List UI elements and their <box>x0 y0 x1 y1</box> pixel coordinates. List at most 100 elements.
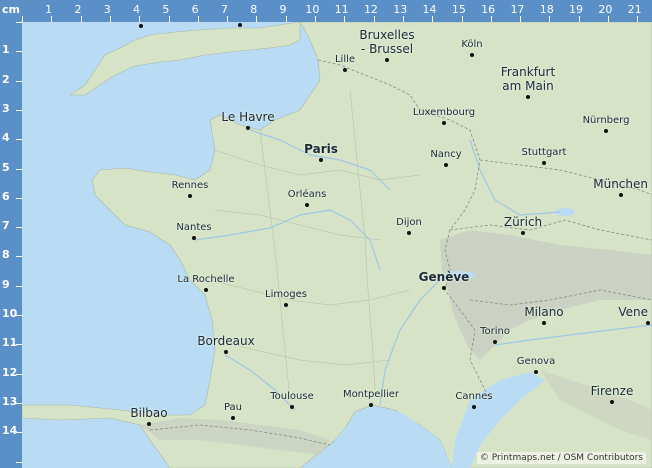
city-marker-geneve[interactable] <box>442 286 446 290</box>
city-marker-bordeaux[interactable] <box>224 350 228 354</box>
left-ruler-mark <box>16 139 22 141</box>
top-ruler-mark <box>490 16 492 22</box>
city-marker-lehavre[interactable] <box>246 126 250 130</box>
city-marker-rennes[interactable] <box>188 194 192 198</box>
city-label-nurnberg: Nürnberg <box>582 115 630 126</box>
left-ruler-tick-label: 5 <box>2 160 10 174</box>
top-ruler-tick-label: 20 <box>598 3 613 16</box>
city-label-paris: Paris <box>304 142 338 156</box>
city-label-bruxelles: Bruxelles - Brussel <box>359 28 415 56</box>
city-marker-nurnberg[interactable] <box>604 129 608 133</box>
top-ruler-tick-label: 21 <box>627 3 642 16</box>
city-label-bilbao: Bilbao <box>130 406 168 420</box>
left-ruler-tick-label: 11 <box>2 336 18 350</box>
city-label-torino: Torino <box>480 326 510 337</box>
top-ruler-tick-label: 2 <box>74 3 82 16</box>
left-ruler-tick-label: 9 <box>2 277 10 291</box>
left-ruler-tick-label: 4 <box>2 131 10 145</box>
top-ruler-tick-label: 3 <box>103 3 111 16</box>
top-ruler-tick-label: 12 <box>363 3 378 16</box>
left-ruler-mark <box>16 197 22 199</box>
top-ruler-mark <box>637 16 639 22</box>
city-marker-koln[interactable] <box>470 53 474 57</box>
city-marker-venezia[interactable] <box>646 321 650 325</box>
city-label-munchen: München <box>593 177 648 191</box>
city-marker-frankfurt[interactable] <box>526 95 530 99</box>
left-ruler-mark <box>16 432 22 434</box>
top-ruler-tick-label: 1 <box>45 3 53 16</box>
city-marker-zurich[interactable] <box>521 231 525 235</box>
city-label-milano: Milano <box>524 305 564 319</box>
top-ruler-mark <box>549 16 551 22</box>
top-ruler-mark <box>80 16 82 22</box>
left-ruler: 1 2 3 4 5 6 7 8 9 10 11 12 13 14 <box>0 0 22 468</box>
city-label-venezia: Vene <box>618 305 648 319</box>
top-ruler-mark <box>285 16 287 22</box>
top-ruler-tick-label: 15 <box>451 3 466 16</box>
city-marker-larochelle[interactable] <box>204 288 208 292</box>
left-ruler-mark <box>16 402 22 404</box>
left-ruler-tick-label: 12 <box>2 365 18 379</box>
city-marker-montpellier[interactable] <box>369 403 373 407</box>
city-label-frankfurt: Frankfurt am Main <box>500 65 556 93</box>
city-marker-genova[interactable] <box>534 370 538 374</box>
city-marker-london[interactable] <box>238 23 242 27</box>
left-ruler-mark <box>16 344 22 346</box>
top-ruler-tick-label: 4 <box>133 3 141 16</box>
top-ruler-mark <box>461 16 463 22</box>
city-marker-milano[interactable] <box>542 321 546 325</box>
top-ruler-tick-label: 9 <box>279 3 287 16</box>
city-marker-luxembourg[interactable] <box>442 121 446 125</box>
attribution: © Printmaps.net / OSM Contributors <box>476 452 646 464</box>
top-ruler-mark <box>373 16 375 22</box>
left-ruler-tick-label: 10 <box>2 307 18 320</box>
top-ruler-mark <box>344 16 346 22</box>
left-ruler-mark <box>16 461 22 463</box>
city-marker-orleans[interactable] <box>305 203 309 207</box>
city-marker-toulouse[interactable] <box>290 405 294 409</box>
city-marker-cannes[interactable] <box>472 405 476 409</box>
left-ruler-mark <box>16 109 22 111</box>
top-ruler-mark <box>139 16 141 22</box>
left-ruler-mark <box>16 51 22 53</box>
city-label-koln: Köln <box>461 39 483 50</box>
top-ruler-tick-label: 16 <box>481 3 496 16</box>
city-label-nancy: Nancy <box>430 149 462 160</box>
city-marker-lille[interactable] <box>343 68 347 72</box>
city-marker-bilbao[interactable] <box>147 422 151 426</box>
left-ruler-tick-label: 14 <box>2 424 18 438</box>
left-ruler-mark <box>16 256 22 258</box>
city-marker-dijon[interactable] <box>407 231 411 235</box>
left-ruler-tick-label: 8 <box>2 248 10 262</box>
top-ruler: cm 1 2 3 4 5 6 7 8 9 10 11 12 13 14 15 16 17 18 19 20 21 <box>0 0 652 22</box>
city-marker-stuttgart[interactable] <box>542 161 546 165</box>
city-label-montpellier: Montpellier <box>342 389 400 400</box>
top-ruler-tick-label: 11 <box>334 3 349 16</box>
city-marker-pau[interactable] <box>231 416 235 420</box>
top-ruler-tick-label: 18 <box>539 3 554 16</box>
left-ruler-mark <box>16 168 22 170</box>
city-marker-torino[interactable] <box>493 340 497 344</box>
city-label-lehavre: Le Havre <box>221 110 275 124</box>
top-ruler-tick-label: 14 <box>422 3 437 16</box>
top-ruler-mark <box>432 16 434 22</box>
city-label-dijon: Dijon <box>396 217 422 228</box>
city-marker-munchen[interactable] <box>619 193 623 197</box>
city-marker-bruxelles[interactable] <box>385 58 389 62</box>
city-marker-firenze[interactable] <box>610 400 614 404</box>
city-label-geneve: Genève <box>418 270 470 284</box>
city-label-zurich: Zürich <box>503 215 543 229</box>
top-ruler-tick-label: 5 <box>162 3 170 16</box>
city-label-larochelle: La Rochelle <box>177 274 235 285</box>
left-ruler-tick-label: 2 <box>2 72 10 86</box>
city-marker-cardiff[interactable] <box>139 24 143 28</box>
left-ruler-tick-label: 3 <box>2 101 10 115</box>
top-ruler-tick-label: 8 <box>250 3 258 16</box>
city-marker-limoges[interactable] <box>284 303 288 307</box>
top-ruler-tick-label: 13 <box>393 3 408 16</box>
top-ruler-tick-label: 17 <box>510 3 525 16</box>
city-marker-paris[interactable] <box>319 158 323 162</box>
city-marker-nantes[interactable] <box>192 236 196 240</box>
top-ruler-mark <box>51 16 53 22</box>
city-marker-nancy[interactable] <box>444 163 448 167</box>
